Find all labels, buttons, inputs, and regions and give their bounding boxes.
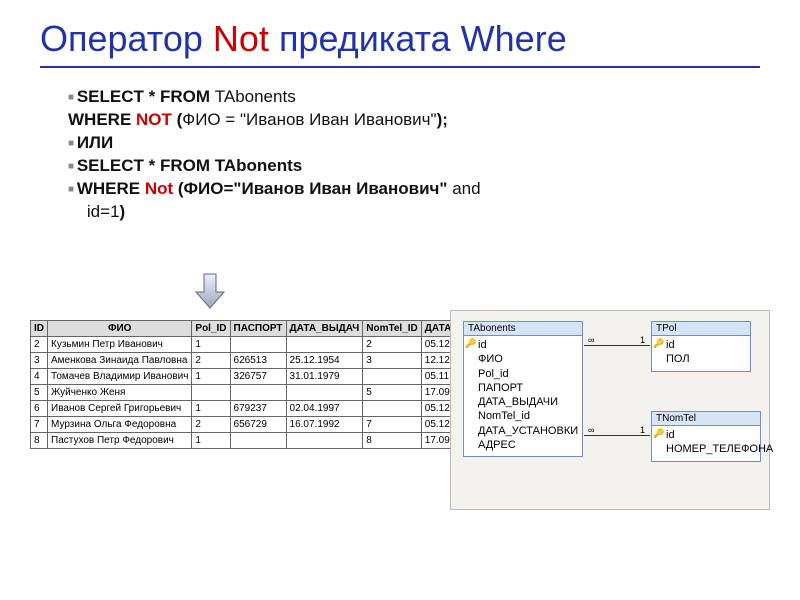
kw-select-from: SELECT * FROM — [77, 87, 215, 106]
table-tnomtel: TNomTel idНОМЕР_ТЕЛЕФОНА — [651, 411, 761, 462]
field: NomTel_id — [478, 409, 578, 423]
schema-diagram: TAbonents idФИОPol_idПАПОРТДАТА_ВЫДАЧИNo… — [450, 310, 770, 510]
paren-close: ); — [437, 110, 448, 129]
card-inf-2: ∞ — [587, 425, 595, 435]
field: ПОЛ — [666, 352, 746, 366]
tpol-title: TPol — [652, 322, 750, 336]
title-part3: предиката Where — [269, 18, 567, 59]
field: ПАПОРТ — [478, 381, 578, 395]
kw-not: NOT — [136, 110, 177, 129]
relation-line-2 — [584, 435, 650, 436]
col-header: ПАСПОРТ — [230, 321, 286, 337]
tnomtel-title: TNomTel — [652, 412, 760, 426]
paren-close2: ) — [120, 202, 126, 221]
kw-and: and — [452, 179, 480, 198]
field: id — [666, 428, 756, 442]
predicate: ФИО = "Иванов Иван Иванович" — [182, 110, 436, 129]
code-block: SELECT * FROM TAbonents WHERE NOT (ФИО =… — [40, 86, 760, 224]
col-header: ДАТА_ВЫДАЧ — [286, 321, 363, 337]
field: ДАТА_ВЫДАЧИ — [478, 395, 578, 409]
title-not: Not — [213, 18, 269, 59]
col-header: Pol_ID — [192, 321, 230, 337]
predicate2: ФИО="Иванов Иван Иванович" — [184, 179, 453, 198]
field: ДАТА_УСТАНОВКИ — [478, 424, 578, 438]
card-inf-1: ∞ — [587, 335, 595, 345]
table-tpol: TPol idПОЛ — [651, 321, 751, 372]
kw-not2: Not — [145, 179, 178, 198]
tbl-name: TAbonents — [215, 87, 296, 106]
kw-where2: WHERE — [77, 179, 145, 198]
down-arrow-icon — [190, 270, 230, 310]
relation-line-1 — [584, 345, 650, 346]
title-part1: Оператор — [40, 18, 213, 59]
field: ФИО — [478, 352, 578, 366]
field: id — [666, 338, 746, 352]
col-header: ID — [31, 321, 48, 337]
field: id — [478, 338, 578, 352]
select-line2: SELECT * FROM TAbonents — [68, 155, 760, 178]
col-header: ФИО — [48, 321, 192, 337]
card-one-1: 1 — [639, 335, 646, 345]
col-header: NomTel_ID — [363, 321, 422, 337]
table-tabonents: TAbonents idФИОPol_idПАПОРТДАТА_ВЫДАЧИNo… — [463, 321, 583, 457]
predicate-id: id=1 — [87, 202, 120, 221]
field: НОМЕР_ТЕЛЕФОНА — [666, 442, 756, 456]
or-label: ИЛИ — [68, 132, 760, 155]
field: АДРЕС — [478, 438, 578, 452]
field: Pol_id — [478, 367, 578, 381]
card-one-2: 1 — [639, 425, 646, 435]
slide-title: Оператор Not предиката Where — [40, 18, 760, 68]
kw-where: WHERE — [68, 110, 136, 129]
tabonents-title: TAbonents — [464, 322, 582, 336]
